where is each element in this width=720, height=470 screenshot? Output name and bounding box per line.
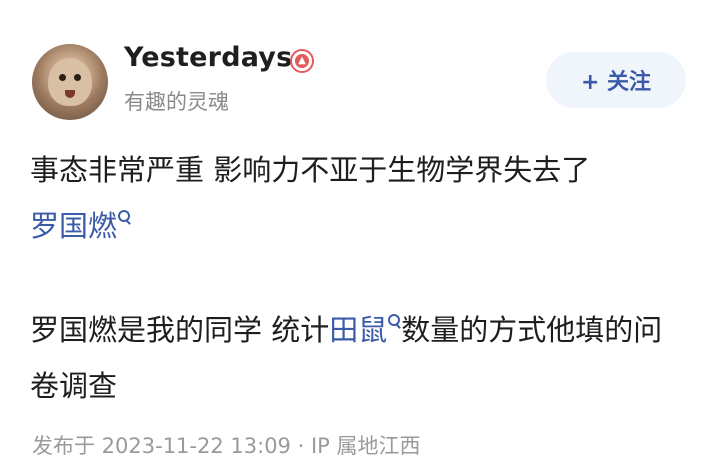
badge-inner-icon: ▲ <box>295 54 309 68</box>
avatar-eye-left <box>59 74 66 81</box>
post-paragraph-1: 事态非常严重 影响力不亚于生物学界失去了 罗国燃 <box>30 142 690 254</box>
meta-separator: · <box>297 434 305 458</box>
verified-badge-icon: ▲ <box>290 49 314 73</box>
post-text: 罗国燃是我的同学 统计 <box>30 313 330 347</box>
publish-time: 发布于 2023-11-22 13:09 <box>32 434 291 458</box>
search-icon[interactable] <box>388 314 401 327</box>
post-text: 事态非常严重 影响力不亚于生物学界失去了 <box>30 153 591 187</box>
avatar-face <box>48 58 92 106</box>
ip-location: IP 属地江西 <box>310 434 421 458</box>
user-signature: 有趣的灵魂 <box>124 90 229 114</box>
post-paragraph-2: 罗国燃是我的同学 统计田鼠 数量的方式他填的问卷调查 <box>30 302 690 414</box>
avatar[interactable] <box>32 44 108 120</box>
username[interactable]: Yesterdays <box>124 42 292 73</box>
search-icon[interactable] <box>118 210 131 223</box>
topic-link-tianshu[interactable]: 田鼠 <box>329 313 387 347</box>
follow-button[interactable]: + 关注 <box>546 52 686 108</box>
topic-link-luoguoran[interactable]: 罗国燃 <box>30 209 117 243</box>
avatar-eye-right <box>74 74 81 81</box>
post-meta: 发布于 2023-11-22 13:09 · IP 属地江西 <box>32 430 421 460</box>
